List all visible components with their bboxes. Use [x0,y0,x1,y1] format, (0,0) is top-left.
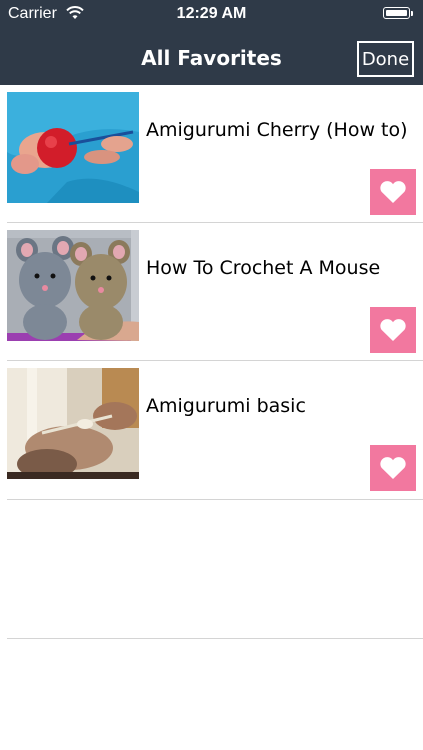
divider [7,499,423,500]
thumbnail-image [7,92,139,203]
thumbnail-image [7,230,139,341]
list-item[interactable]: Amigurumi basic [0,361,423,499]
status-bar: Carrier 12:29 AM [0,0,423,30]
list-item[interactable]: How To Crochet A Mouse [0,223,423,361]
favorite-button[interactable] [370,307,416,353]
item-title: Amigurumi Cherry (How to) [146,119,408,141]
divider [7,638,423,639]
favorite-button[interactable] [370,169,416,215]
navigation-bar: Carrier 12:29 AM All Favorites Done [0,0,423,85]
heart-icon [380,319,406,341]
thumbnail-image [7,368,139,479]
battery-icon [383,7,410,19]
item-title: How To Crochet A Mouse [146,257,381,279]
heart-icon [380,457,406,479]
list-item[interactable]: Amigurumi Cherry (How to) [0,85,423,223]
favorites-list: Amigurumi Cherry (How to) How To Crochet… [0,85,423,639]
item-title: Amigurumi basic [146,395,306,417]
battery-tip [411,11,413,16]
done-button[interactable]: Done [357,41,414,77]
heart-icon [380,181,406,203]
clock: 12:29 AM [176,5,247,22]
favorite-button[interactable] [370,445,416,491]
